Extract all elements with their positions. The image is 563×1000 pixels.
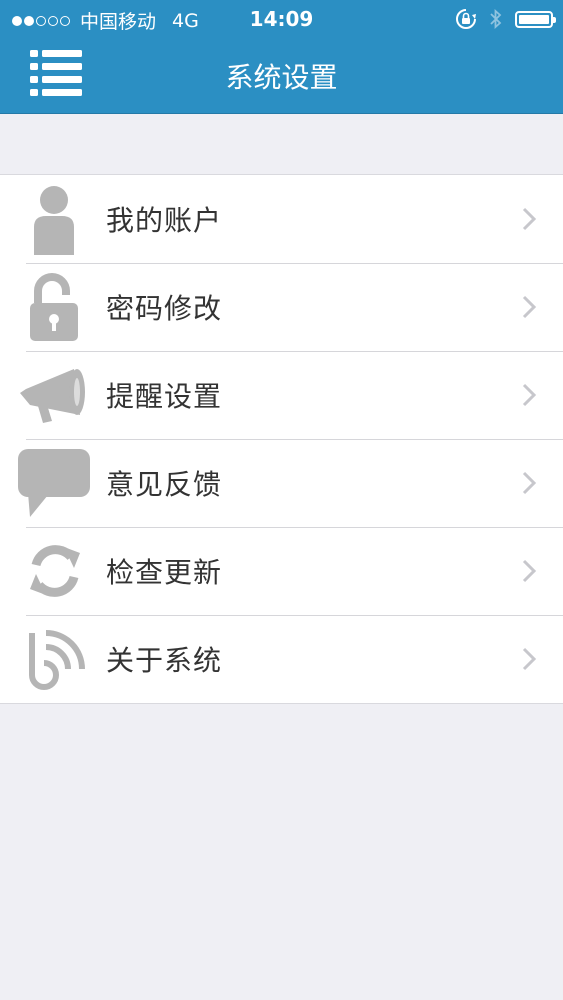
unlock-icon <box>30 273 78 341</box>
rotation-lock-icon <box>456 9 476 29</box>
user-icon <box>34 186 74 255</box>
refresh-icon <box>30 545 80 597</box>
about-logo-icon <box>29 630 85 690</box>
chevron-right-icon <box>522 471 537 495</box>
settings-item-my-account[interactable]: 我的账户 <box>0 175 563 263</box>
chevron-right-icon <box>522 647 537 671</box>
settings-item-label: 检查更新 <box>106 556 223 589</box>
status-bar: 中国移动 4G 14:09 <box>0 0 563 36</box>
settings-list: 我的账户 密码修改 提醒设置 意见反馈 检查更新 关于系统 <box>0 174 563 704</box>
settings-item-label: 意见反馈 <box>106 468 223 501</box>
battery-icon <box>515 10 556 28</box>
bluetooth-icon <box>490 8 502 30</box>
settings-item-label: 关于系统 <box>106 644 223 677</box>
settings-item-label: 密码修改 <box>106 292 223 325</box>
page-title: 系统设置 <box>225 61 338 94</box>
settings-item-password-change[interactable]: 密码修改 <box>0 263 563 351</box>
chevron-right-icon <box>522 559 537 583</box>
chevron-right-icon <box>522 295 537 319</box>
chevron-right-icon <box>522 207 537 231</box>
settings-item-check-update[interactable]: 检查更新 <box>0 527 563 615</box>
settings-item-feedback[interactable]: 意见反馈 <box>0 439 563 527</box>
speech-bubble-icon <box>18 449 90 517</box>
settings-item-label: 我的账户 <box>106 204 223 237</box>
megaphone-icon <box>20 369 85 423</box>
settings-item-about-system[interactable]: 关于系统 <box>0 615 563 703</box>
navigation-bar: 系统设置 <box>0 36 563 114</box>
settings-item-reminder-settings[interactable]: 提醒设置 <box>0 351 563 439</box>
status-right <box>455 7 556 31</box>
settings-item-label: 提醒设置 <box>106 380 223 413</box>
chevron-right-icon <box>522 383 537 407</box>
